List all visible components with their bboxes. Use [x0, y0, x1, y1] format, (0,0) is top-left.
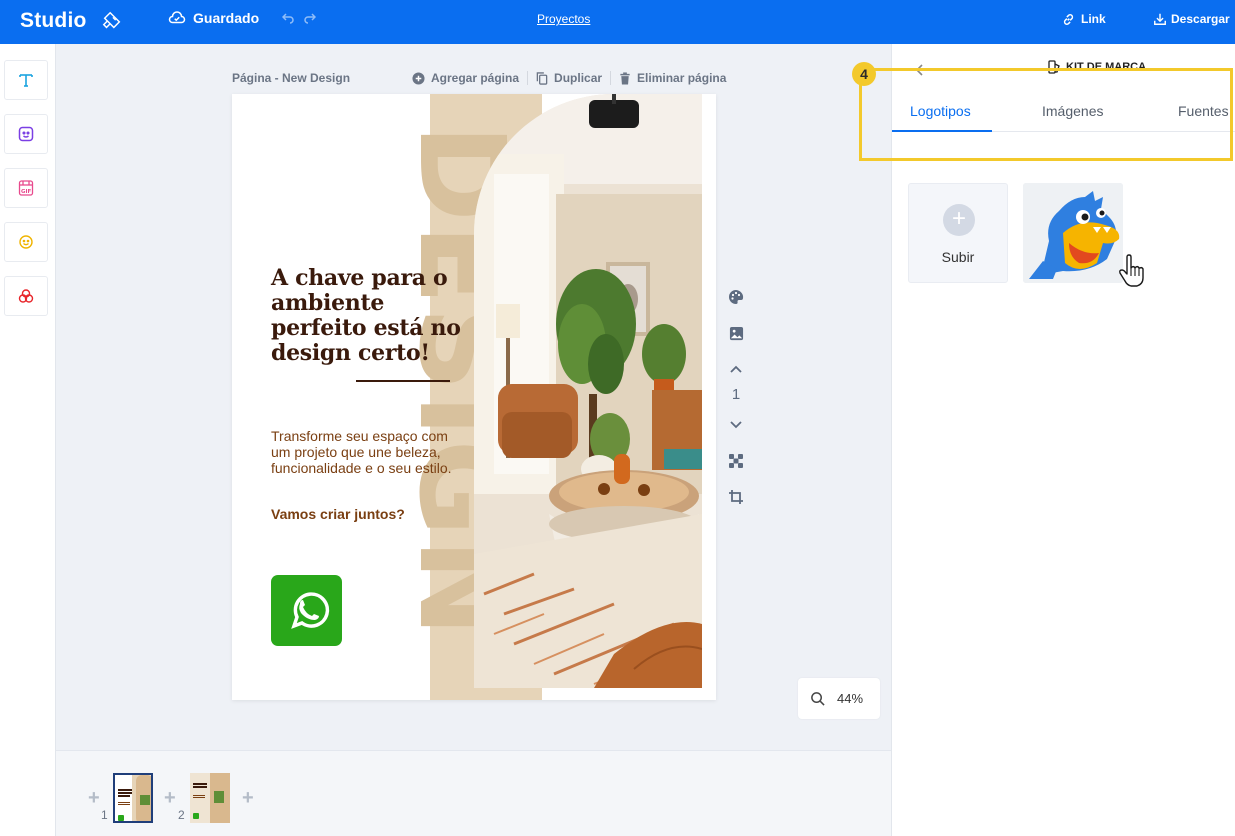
link-icon — [1063, 13, 1074, 25]
body-text[interactable]: Transforme seu espaço com um projeto que… — [271, 428, 471, 476]
image-icon — [729, 326, 743, 340]
brand-tool[interactable] — [4, 276, 48, 316]
link-label: Link — [1081, 12, 1106, 26]
history-controls — [282, 12, 316, 24]
plus-icon: + — [943, 204, 975, 236]
add-page-label: Agregar página — [431, 71, 520, 85]
page-actions: Agregar página Duplicar Eliminar página — [412, 71, 734, 85]
page-up-button[interactable] — [726, 360, 746, 378]
tab-logos[interactable]: Logotipos — [910, 103, 971, 119]
back-arrow-icon[interactable] — [910, 60, 930, 80]
color-palette-button[interactable] — [726, 288, 746, 306]
trash-icon — [620, 71, 630, 85]
gif-tool[interactable]: GIF — [4, 168, 48, 208]
thumbnail-preview — [115, 775, 151, 821]
delete-page-button[interactable]: Eliminar página — [611, 71, 734, 85]
grid-dots-icon — [729, 454, 743, 468]
current-page-number: 1 — [731, 386, 741, 403]
living-room-image — [474, 94, 702, 688]
brand-logo-item[interactable] — [1023, 183, 1123, 283]
duplicate-button[interactable]: Duplicar — [528, 71, 612, 85]
search-icon — [811, 692, 825, 706]
insert-page-after-button[interactable]: + — [242, 787, 254, 810]
grid-button[interactable] — [726, 452, 746, 470]
whatsapp-icon — [290, 591, 329, 629]
active-tab-indicator — [892, 130, 992, 132]
upload-logo-button[interactable]: + Subir — [908, 183, 1008, 283]
redo-icon[interactable] — [304, 12, 316, 24]
headline-text[interactable]: A chave para o ambiente perfeito está no… — [271, 266, 471, 366]
step-badge: 4 — [852, 62, 876, 86]
crop-icon — [729, 490, 743, 504]
upload-label: Subir — [941, 249, 975, 265]
zoom-control[interactable]: 44% — [798, 678, 880, 719]
text-icon — [19, 74, 33, 87]
app-logo[interactable]: Studio — [20, 9, 87, 33]
tab-images[interactable]: Imágenes — [1042, 103, 1103, 119]
saved-status: Guardado — [168, 10, 259, 26]
palette-icon — [729, 290, 744, 304]
add-circle-icon — [412, 71, 425, 85]
thumb-number: 2 — [178, 808, 185, 822]
gator-logo-image — [1023, 183, 1123, 283]
page-down-button[interactable] — [726, 416, 746, 434]
zoom-level: 44% — [837, 691, 864, 706]
gif-icon: GIF — [18, 180, 34, 196]
hand-cursor-icon — [1119, 254, 1144, 287]
emoji-tool[interactable] — [4, 222, 48, 262]
interior-photo[interactable] — [474, 94, 702, 688]
thumb-number: 1 — [101, 808, 108, 822]
tab-fonts[interactable]: Fuentes — [1178, 103, 1229, 119]
sticker-icon — [18, 126, 34, 142]
chevron-up-icon — [730, 365, 742, 373]
add-page-button[interactable]: Agregar página — [412, 71, 529, 85]
panel-title-label: KIT DE MARCA — [1066, 61, 1147, 73]
undo-icon[interactable] — [282, 12, 294, 24]
panel-title: KIT DE MARCA — [1048, 60, 1146, 74]
smiley-icon — [19, 235, 33, 249]
page-title: Página - New Design — [232, 71, 351, 85]
headline-underline — [356, 380, 450, 382]
cloud-check-icon — [168, 11, 186, 24]
whatsapp-logo[interactable] — [271, 575, 342, 646]
text-tool[interactable] — [4, 60, 48, 100]
elements-tool[interactable] — [4, 114, 48, 154]
link-button[interactable]: Link — [1062, 12, 1106, 26]
chevron-down-icon — [730, 421, 742, 429]
paint-roller-icon — [102, 11, 121, 29]
top-bar: Studio Guardado Proyectos Link Descargar — [0, 0, 1235, 44]
crop-button[interactable] — [726, 488, 746, 506]
delete-page-label: Eliminar página — [637, 71, 727, 85]
insert-page-before-button[interactable]: + — [88, 787, 100, 810]
design-canvas[interactable]: DESIGN A chave para o ambiente perfeito … — [232, 94, 716, 700]
brand-kit-tabs: Logotipos Imágenes Fuentes — [892, 90, 1235, 132]
brand-kit-panel: KIT DE MARCA Logotipos Imágenes Fuentes … — [891, 44, 1235, 836]
left-toolbar: GIF — [0, 44, 56, 836]
svg-text:GIF: GIF — [21, 189, 32, 195]
insert-page-between-button[interactable]: + — [164, 787, 176, 810]
duplicate-label: Duplicar — [554, 71, 603, 85]
thumbnail-preview — [190, 773, 230, 823]
download-icon — [1154, 13, 1166, 25]
projects-link[interactable]: Proyectos — [537, 12, 590, 26]
saved-label: Guardado — [193, 10, 260, 26]
page-thumbnail-1[interactable] — [113, 773, 153, 823]
rings-icon — [18, 289, 34, 303]
background-image-button[interactable] — [726, 324, 746, 342]
cta-text[interactable]: Vamos criar juntos? — [271, 506, 405, 522]
page-thumbnail-2[interactable] — [190, 773, 230, 823]
pages-strip: + 1 + 2 + — [56, 750, 892, 836]
brand-kit-icon — [1048, 60, 1060, 74]
download-label: Descargar — [1171, 12, 1230, 26]
download-button[interactable]: Descargar — [1153, 12, 1230, 26]
copy-icon — [536, 71, 548, 85]
